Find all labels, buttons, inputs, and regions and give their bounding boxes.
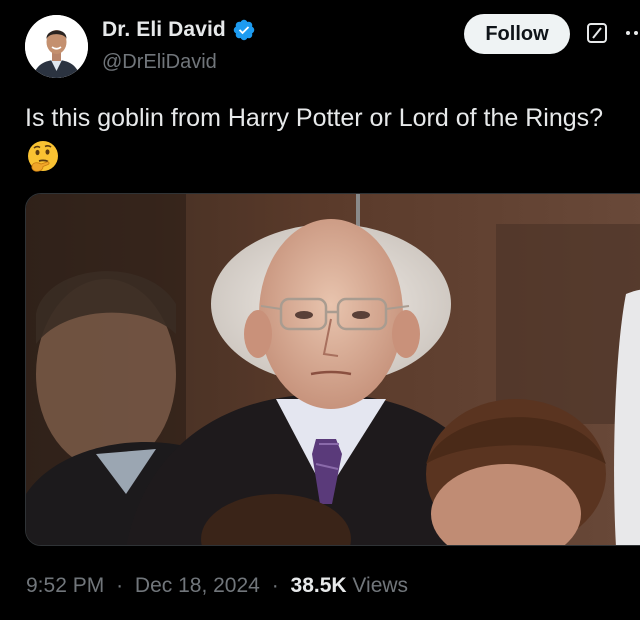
- avatar[interactable]: [25, 15, 88, 78]
- follow-button[interactable]: Follow: [464, 14, 570, 54]
- grok-icon[interactable]: [586, 22, 608, 44]
- verified-badge-icon: [232, 18, 256, 42]
- author-name-row[interactable]: Dr. Eli David: [102, 18, 256, 42]
- views-label: Views: [352, 574, 409, 597]
- thinking-face-icon: [26, 140, 60, 174]
- views-count[interactable]: 38.5K: [291, 574, 347, 597]
- tweet-text: Is this goblin from Harry Potter or Lord…: [25, 104, 604, 132]
- more-horizontal-icon[interactable]: [624, 22, 640, 44]
- tweet-media-photo[interactable]: [25, 193, 640, 546]
- author-display-name[interactable]: Dr. Eli David: [102, 18, 226, 42]
- tweet-meta: 9:52 PM · Dec 18, 2024 · 38.5K Views: [26, 574, 408, 598]
- avatar-image: [25, 15, 88, 78]
- meta-separator: ·: [116, 574, 124, 597]
- photo-scene: [26, 194, 640, 545]
- meta-separator: ·: [271, 574, 279, 597]
- tweet-date[interactable]: Dec 18, 2024: [135, 574, 260, 597]
- tweet-time[interactable]: 9:52 PM: [26, 574, 104, 597]
- tweet-card: Dr. Eli David @DrEliDavid Follow Is this…: [0, 0, 640, 620]
- author-handle[interactable]: @DrEliDavid: [102, 51, 217, 74]
